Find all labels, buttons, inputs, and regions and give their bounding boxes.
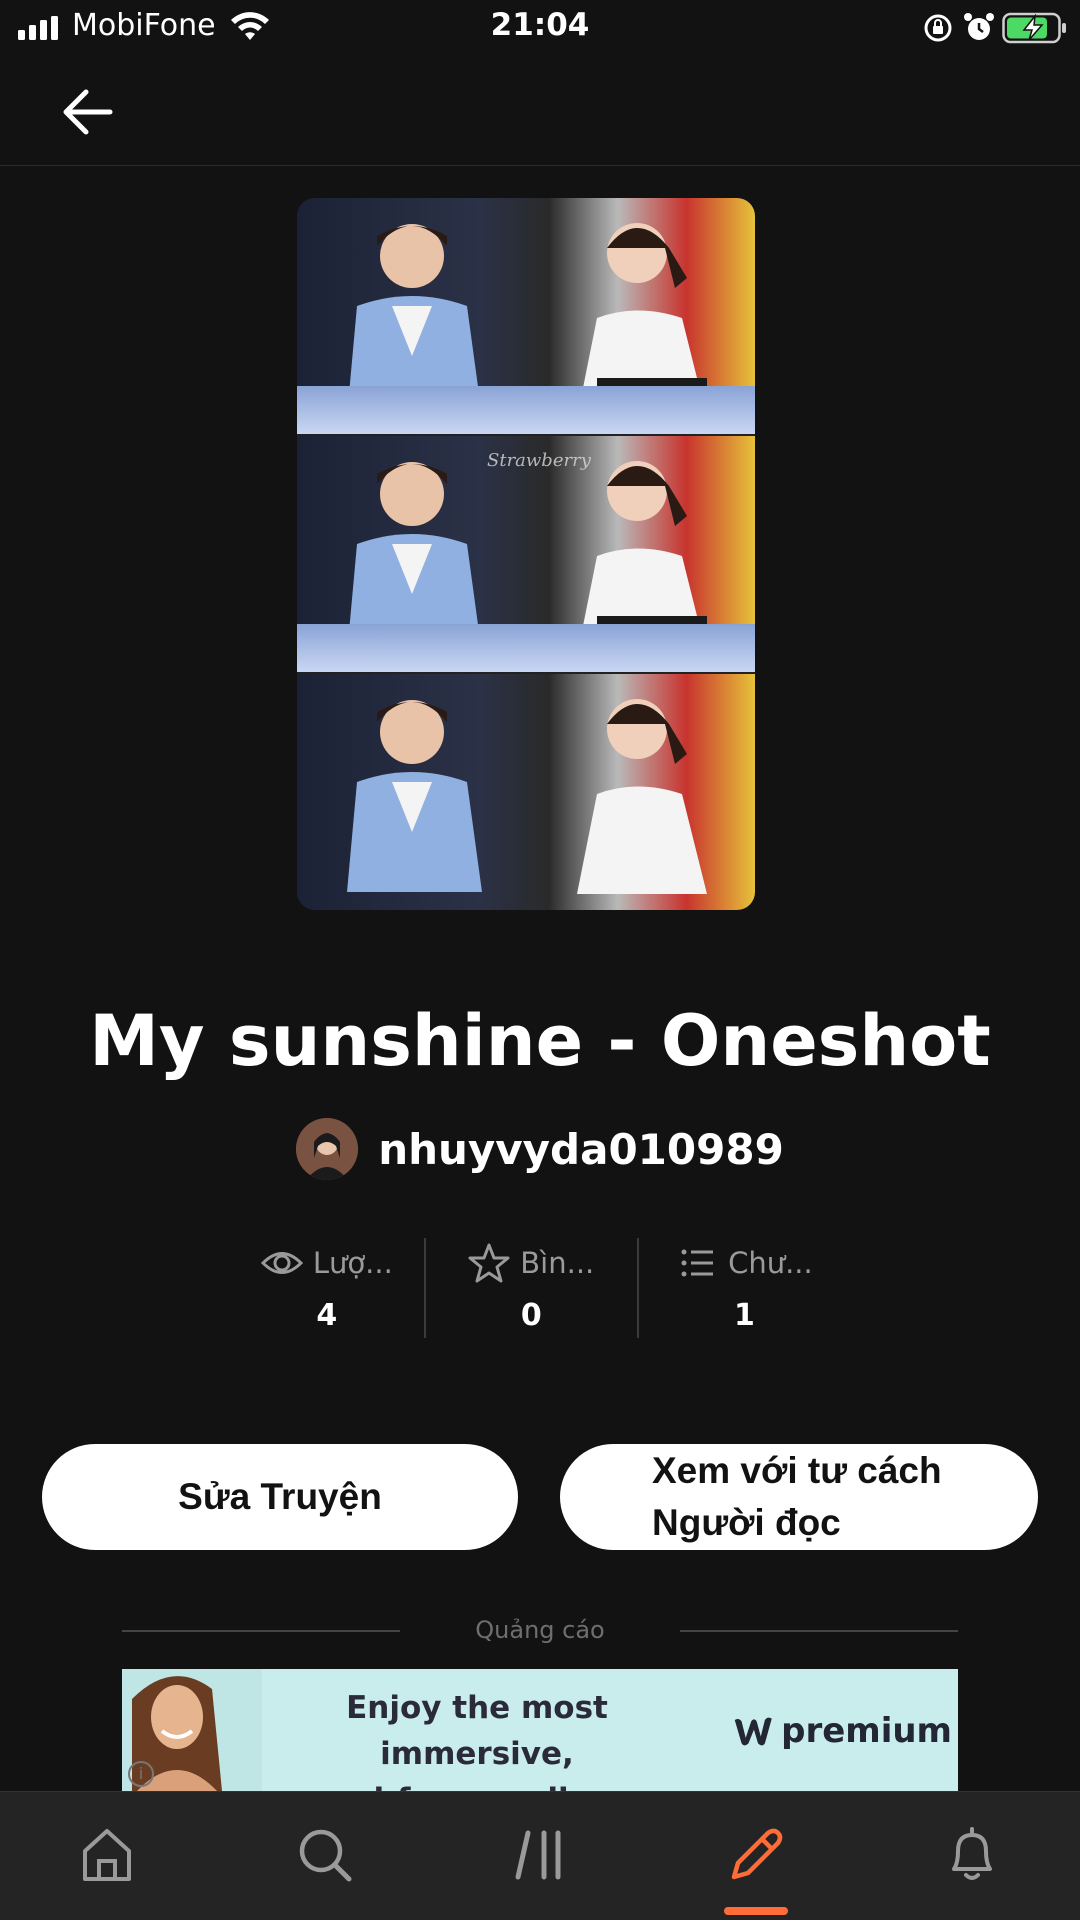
nav-active-indicator <box>724 1907 788 1915</box>
edit-story-button[interactable]: Sửa Truyện <box>42 1444 518 1550</box>
bell-icon <box>952 1827 992 1880</box>
rotation-lock-icon <box>924 14 952 42</box>
view-as-reader-label: Xem với tư cách Người đọc <box>652 1450 942 1543</box>
battery-icon <box>1002 12 1066 44</box>
cover-panel <box>297 198 755 434</box>
stat-value: 1 <box>733 1298 755 1333</box>
nav-notifications[interactable] <box>937 1820 1007 1890</box>
stat-label: Bìn... <box>520 1246 595 1280</box>
ad-banner[interactable]: Enjoy the most immersive, ad-free readin… <box>122 1669 958 1791</box>
nav-home[interactable] <box>72 1820 142 1890</box>
write-icon <box>731 1828 783 1880</box>
stat-reads: Lượ... 4 <box>230 1238 424 1338</box>
stat-votes: Bìn... 0 <box>423 1238 637 1338</box>
nav-search[interactable] <box>290 1820 360 1890</box>
story-title: My sunshine - Oneshot <box>89 1000 991 1082</box>
star-icon <box>468 1243 510 1283</box>
status-bar: MobiFone 21:04 <box>0 0 1080 58</box>
desk <box>297 624 755 672</box>
avatar[interactable] <box>296 1118 359 1180</box>
ad-text: Enjoy the most immersive, ad-free readin… <box>262 1685 692 1791</box>
wattpad-logo-icon <box>734 1717 772 1746</box>
author-row[interactable]: nhuyvyda010989 <box>0 1116 1080 1182</box>
stat-parts: Chư... 1 <box>636 1238 850 1338</box>
story-stats: Lượ... 4 Bìn... 0 Chư... 1 <box>230 1238 850 1338</box>
desk <box>297 386 755 434</box>
story-details-screen: MobiFone 21:04 Strawberry My sunshine - … <box>0 0 1080 1920</box>
search-icon <box>299 1829 352 1882</box>
top-bar <box>0 58 1080 166</box>
stat-value: 4 <box>316 1298 338 1333</box>
nav-write[interactable] <box>721 1820 791 1890</box>
stat-value: 0 <box>520 1298 542 1333</box>
cover-watermark: Strawberry <box>487 450 591 471</box>
divider <box>680 1630 958 1632</box>
ad-line-1: Enjoy the most immersive, <box>346 1690 608 1772</box>
nav-library[interactable] <box>505 1820 575 1890</box>
back-arrow-icon[interactable] <box>56 80 120 144</box>
stat-label: Chư... <box>728 1246 813 1280</box>
cover-panel <box>297 674 755 910</box>
eye-icon <box>260 1252 303 1274</box>
stat-label: Lượ... <box>312 1246 393 1280</box>
ad-info-icon[interactable]: i <box>128 1761 154 1787</box>
ad-brand: premium <box>781 1711 952 1751</box>
ad-label-row: Quảng cáo <box>122 1612 958 1652</box>
home-icon <box>83 1829 131 1881</box>
cover-panel: Strawberry <box>297 436 755 672</box>
person-figure <box>577 699 707 894</box>
author-name[interactable]: nhuyvyda010989 <box>378 1125 784 1174</box>
library-icon <box>515 1830 561 1880</box>
bottom-nav <box>0 1791 1080 1920</box>
view-as-reader-button[interactable]: Xem với tư cách Người đọc <box>560 1444 1038 1550</box>
avatar-image <box>296 1118 359 1180</box>
list-icon <box>681 1249 714 1277</box>
alarm-icon <box>964 13 994 40</box>
person-figure <box>347 700 482 892</box>
ad-logo: premium <box>732 1703 952 1759</box>
ad-line-2: ad-free reading experience. <box>262 1777 692 1791</box>
story-cover[interactable]: Strawberry <box>297 198 755 910</box>
clock: 21:04 <box>490 7 590 43</box>
